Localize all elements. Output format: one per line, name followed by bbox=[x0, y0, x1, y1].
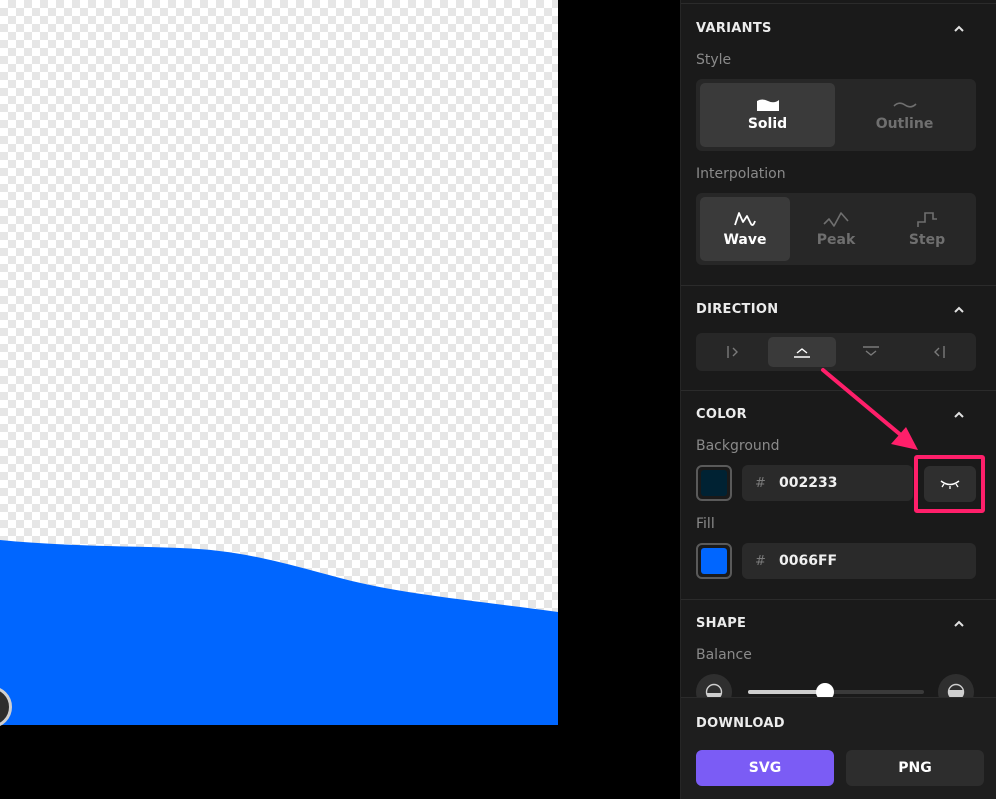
wave-shape bbox=[0, 540, 558, 725]
fill-label: Fill bbox=[696, 516, 715, 532]
hash-label: # bbox=[755, 553, 766, 569]
hash-label: # bbox=[755, 475, 766, 491]
style-selector: Solid Outline bbox=[696, 79, 976, 151]
direction-title: DIRECTION bbox=[696, 302, 779, 317]
download-svg-button[interactable]: SVG bbox=[696, 750, 834, 786]
balance-label: Balance bbox=[696, 647, 752, 663]
download-section: DOWNLOAD SVG PNG bbox=[681, 697, 996, 799]
outline-wave-icon bbox=[892, 102, 917, 108]
annotation-highlight-box bbox=[914, 455, 985, 513]
direction-right-icon bbox=[727, 346, 738, 358]
peak-icon bbox=[823, 212, 849, 227]
fill-color-swatch[interactable] bbox=[696, 543, 732, 579]
balance-slider-thumb[interactable] bbox=[816, 683, 835, 697]
interpolation-option-label: Wave bbox=[723, 232, 767, 248]
interpolation-option-label: Step bbox=[908, 232, 946, 248]
chevron-up-icon[interactable] bbox=[953, 618, 965, 630]
download-title: DOWNLOAD bbox=[696, 716, 785, 731]
direction-option-left[interactable] bbox=[905, 337, 973, 367]
download-png-button[interactable]: PNG bbox=[846, 750, 984, 786]
style-option-label: Solid bbox=[747, 116, 788, 132]
solid-wave-icon bbox=[756, 99, 779, 111]
fill-color-chip bbox=[701, 548, 727, 574]
background-color-swatch[interactable] bbox=[696, 465, 732, 501]
wave-icon bbox=[734, 212, 756, 226]
direction-option-up[interactable] bbox=[768, 337, 836, 367]
interpolation-label: Interpolation bbox=[696, 166, 786, 182]
chevron-up-icon[interactable] bbox=[953, 409, 965, 421]
balance-slider-fill bbox=[748, 690, 826, 694]
settings-panel: VARIANTS Style Solid Outline Interpolati… bbox=[680, 0, 996, 799]
variants-section: VARIANTS Style Solid Outline Interpolati… bbox=[681, 0, 996, 286]
fill-hex-value: 0066FF bbox=[779, 553, 838, 569]
interpolation-option-label: Peak bbox=[816, 232, 856, 248]
chevron-up-icon[interactable] bbox=[953, 304, 965, 316]
background-hex-input[interactable]: # 002233 bbox=[742, 465, 913, 501]
style-label: Style bbox=[696, 52, 732, 68]
step-icon bbox=[917, 212, 937, 227]
interpolation-option-step[interactable]: Step bbox=[882, 197, 972, 261]
style-option-outline[interactable]: Outline bbox=[837, 83, 972, 147]
interpolation-option-peak[interactable]: Peak bbox=[791, 197, 881, 261]
settings-scroll-area[interactable]: VARIANTS Style Solid Outline Interpolati… bbox=[681, 0, 996, 697]
color-title: COLOR bbox=[696, 407, 747, 422]
fill-hex-input[interactable]: # 0066FF bbox=[742, 543, 976, 579]
top-divider bbox=[681, 0, 996, 4]
wave-fill-path bbox=[0, 540, 558, 725]
interpolation-selector: Wave Peak Step bbox=[696, 193, 976, 265]
background-label: Background bbox=[696, 438, 780, 454]
shape-title: SHAPE bbox=[696, 616, 747, 631]
app-root: VARIANTS Style Solid Outline Interpolati… bbox=[0, 0, 996, 799]
direction-down-icon bbox=[863, 346, 879, 356]
variants-title: VARIANTS bbox=[696, 21, 772, 36]
direction-selector bbox=[696, 333, 976, 371]
background-color-chip bbox=[701, 470, 727, 496]
half-circle-top-icon bbox=[705, 683, 723, 697]
background-hex-value: 002233 bbox=[779, 475, 838, 491]
direction-option-right[interactable] bbox=[699, 337, 767, 367]
wave-preview-canvas bbox=[0, 0, 558, 725]
direction-left-icon bbox=[934, 346, 945, 358]
style-option-solid[interactable]: Solid bbox=[700, 83, 835, 147]
direction-up-icon bbox=[794, 348, 810, 358]
direction-option-down[interactable] bbox=[837, 337, 905, 367]
style-option-label: Outline bbox=[875, 116, 934, 132]
half-circle-bottom-icon bbox=[947, 683, 965, 697]
chevron-up-icon[interactable] bbox=[953, 23, 965, 35]
interpolation-option-wave[interactable]: Wave bbox=[700, 197, 790, 261]
